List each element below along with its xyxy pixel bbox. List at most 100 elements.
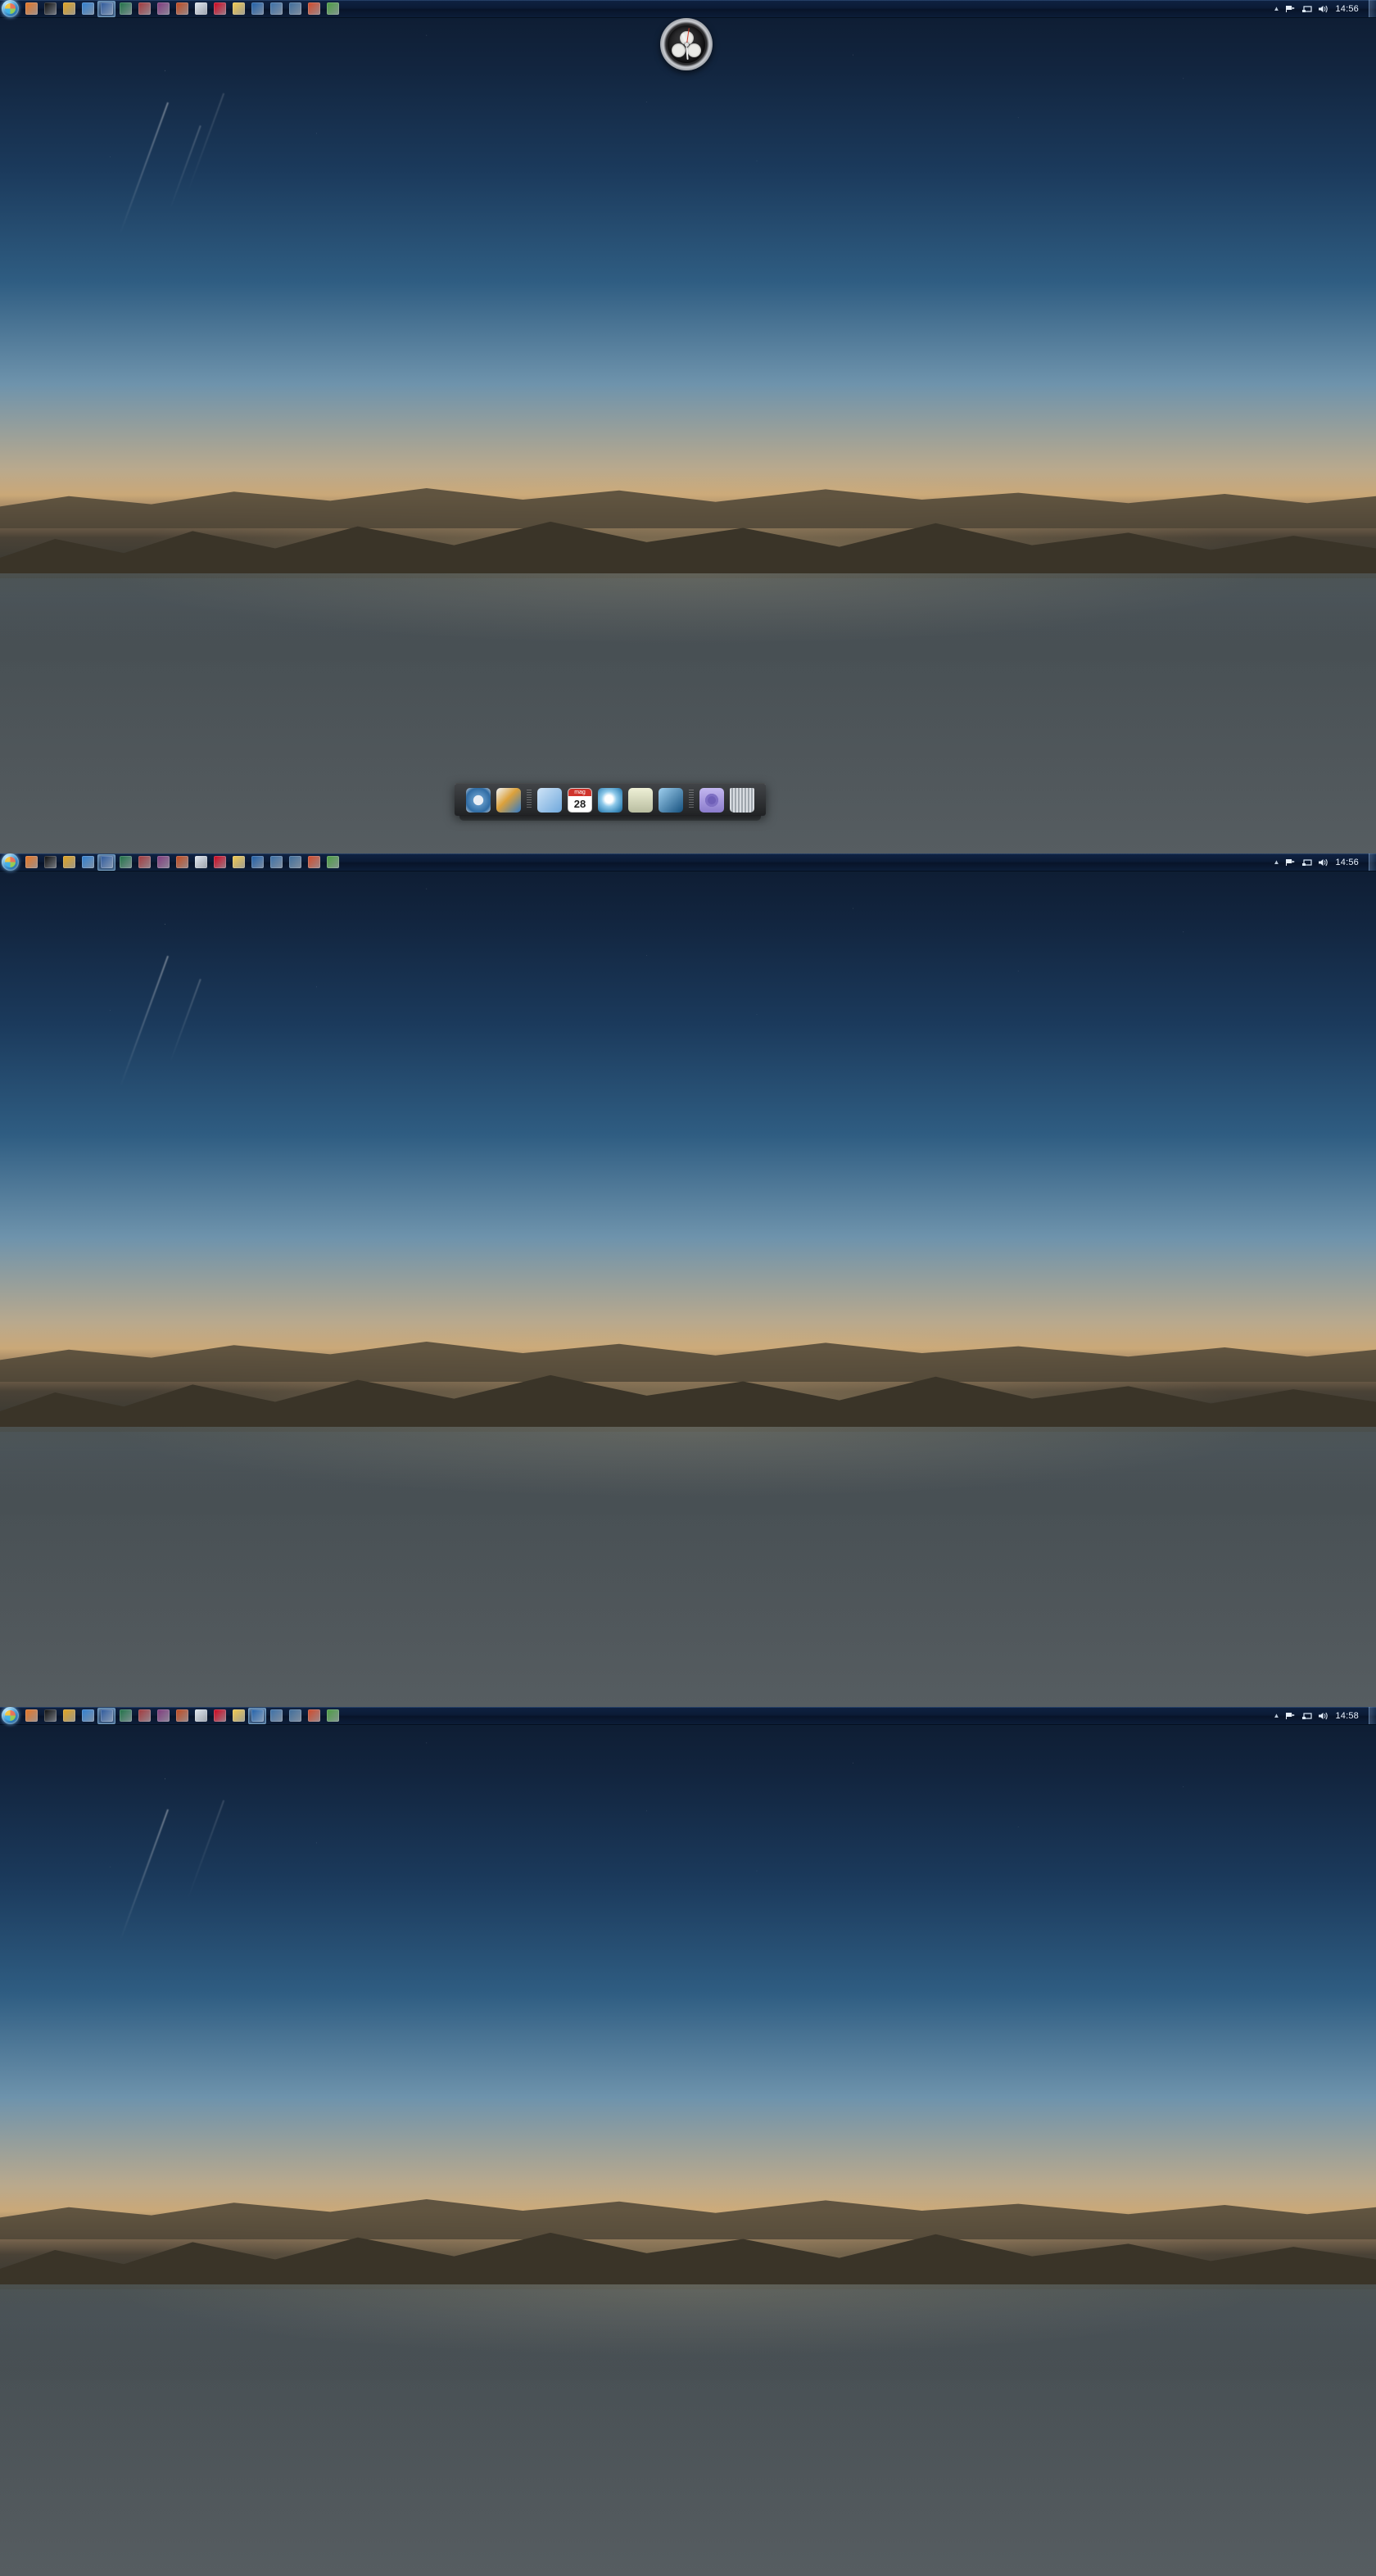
network-icon[interactable]	[1301, 4, 1313, 14]
taskbar-button-photo-viewer-icon[interactable]	[286, 854, 304, 871]
dock-address-book[interactable]	[659, 788, 683, 813]
taskbar-button-publisher-icon[interactable]	[173, 1, 191, 17]
taskbar-button-publisher-icon[interactable]	[173, 1708, 191, 1724]
taskbar-clock[interactable]: 14:56	[1335, 4, 1359, 14]
taskbar-button-access-icon[interactable]	[135, 1708, 153, 1724]
taskbar-button-photo-viewer-icon[interactable]	[286, 1, 304, 17]
taskbar-button-excel-icon[interactable]	[116, 854, 134, 871]
taskbar-button-word-icon[interactable]	[97, 853, 115, 871]
dock-calendar[interactable]: mag 28	[568, 788, 592, 813]
taskbar-button-firefox-icon[interactable]	[22, 1708, 40, 1724]
notes-icon	[232, 856, 245, 868]
taskbar-button-firefox-icon[interactable]	[22, 1, 40, 17]
taskbar-clock[interactable]: 14:56	[1335, 858, 1359, 867]
photo-viewer-icon	[288, 2, 301, 15]
taskbar-button-photo-viewer-icon[interactable]	[286, 1708, 304, 1724]
access-icon	[138, 2, 151, 15]
taskbar-button-notepad-icon[interactable]	[192, 1, 210, 17]
taskbar-button-notepad-icon[interactable]	[192, 1708, 210, 1724]
dock-appstore[interactable]	[496, 788, 521, 813]
dock-itunes[interactable]	[598, 788, 622, 813]
taskbar-button-publisher-icon[interactable]	[173, 854, 191, 871]
taskbar-button-command-prompt-icon[interactable]	[41, 1708, 59, 1724]
taskbar-button-acrobat-reader-icon[interactable]	[210, 1, 229, 17]
dock-calculator[interactable]	[628, 788, 653, 813]
dock-finder[interactable]	[537, 788, 562, 813]
taskbar-button-picture-manager-icon[interactable]	[324, 854, 342, 871]
chevron-up-icon[interactable]: ▲	[1274, 1712, 1280, 1719]
taskbar-button-opera-icon[interactable]	[248, 1, 266, 17]
taskbar-button-picture-manager-icon[interactable]	[324, 1, 342, 17]
flag-icon[interactable]	[1285, 4, 1296, 14]
taskbar-button-excel-icon[interactable]	[116, 1, 134, 17]
taskbar-button-onenote-icon[interactable]	[154, 854, 172, 871]
quick-launch-bar[interactable]	[22, 0, 342, 17]
dock-panel-1[interactable]: mag 28	[455, 783, 766, 821]
taskbar-button-powerpoint-icon[interactable]	[305, 1708, 323, 1724]
taskbar-button-media-player-icon[interactable]	[60, 854, 78, 871]
system-tray[interactable]: ▲ 14:58	[1274, 1711, 1364, 1721]
taskbar-button-media-player-icon[interactable]	[60, 1708, 78, 1724]
show-desktop-button[interactable]	[1369, 1707, 1376, 1724]
taskbar-button-command-prompt-icon[interactable]	[41, 854, 59, 871]
taskbar-button-firefox-icon[interactable]	[22, 854, 40, 871]
start-orb-button[interactable]	[2, 0, 19, 17]
volume-icon[interactable]	[1318, 1711, 1329, 1721]
taskbar-button-access-icon[interactable]	[135, 854, 153, 871]
show-desktop-button[interactable]	[1369, 853, 1376, 871]
taskbar-button-notes-icon[interactable]	[229, 1708, 247, 1724]
taskbar-button-onenote-icon[interactable]	[154, 1708, 172, 1724]
chevron-up-icon[interactable]: ▲	[1274, 5, 1280, 12]
dock-safari[interactable]	[466, 788, 491, 813]
start-orb-button[interactable]	[2, 1707, 19, 1724]
taskbar-button-paint-icon[interactable]	[79, 854, 97, 871]
taskbar-button-powerpoint-icon[interactable]	[305, 854, 323, 871]
chronograph-clock-gadget[interactable]	[660, 18, 713, 70]
taskbar-panel-3[interactable]: ▲ 14:58	[0, 1707, 1376, 1725]
flag-icon[interactable]	[1285, 858, 1296, 867]
taskbar-button-picture-manager-icon[interactable]	[324, 1708, 342, 1724]
network-icon[interactable]	[1301, 1711, 1313, 1721]
taskbar-button-opera-icon[interactable]	[248, 854, 266, 871]
taskbar-button-word-icon[interactable]	[97, 0, 115, 17]
taskbar-button-safari-icon[interactable]	[267, 854, 285, 871]
taskbar-button-acrobat-reader-icon[interactable]	[210, 1708, 229, 1724]
taskbar-button-notepad-icon[interactable]	[192, 854, 210, 871]
taskbar-button-notes-icon[interactable]	[229, 854, 247, 871]
start-orb-button[interactable]	[2, 853, 19, 871]
taskbar-button-powerpoint-icon[interactable]	[305, 1, 323, 17]
quick-launch-bar[interactable]	[22, 1707, 342, 1724]
show-desktop-button[interactable]	[1369, 0, 1376, 17]
calendar-month: mag	[568, 789, 591, 796]
taskbar-button-media-player-icon[interactable]	[60, 1, 78, 17]
taskbar-button-paint-icon[interactable]	[79, 1708, 97, 1724]
taskbar-button-safari-icon[interactable]	[267, 1, 285, 17]
taskbar-panel-1[interactable]: ▲ 14:56	[0, 0, 1376, 18]
lake-reflection	[0, 1427, 1376, 1707]
chevron-up-icon[interactable]: ▲	[1274, 858, 1280, 866]
taskbar-button-acrobat-reader-icon[interactable]	[210, 854, 229, 871]
taskbar-button-paint-icon[interactable]	[79, 1, 97, 17]
dock-trash[interactable]	[730, 788, 754, 813]
taskbar-button-safari-icon[interactable]	[267, 1708, 285, 1724]
dock-settings-folder[interactable]	[699, 788, 724, 813]
notepad-icon	[194, 2, 207, 15]
volume-icon[interactable]	[1318, 858, 1329, 867]
quick-launch-bar[interactable]	[22, 853, 342, 871]
taskbar-button-word-icon[interactable]	[97, 1707, 115, 1724]
taskbar-panel-2[interactable]: ▲ 14:56	[0, 853, 1376, 871]
taskbar-clock[interactable]: 14:58	[1335, 1711, 1359, 1721]
taskbar-button-onenote-icon[interactable]	[154, 1, 172, 17]
photo-viewer-icon	[288, 1709, 301, 1722]
taskbar-button-command-prompt-icon[interactable]	[41, 1, 59, 17]
flag-icon[interactable]	[1285, 1711, 1296, 1721]
system-tray[interactable]: ▲ 14:56	[1274, 4, 1364, 14]
word-icon	[100, 2, 113, 15]
taskbar-button-notes-icon[interactable]	[229, 1, 247, 17]
system-tray[interactable]: ▲ 14:56	[1274, 858, 1364, 867]
volume-icon[interactable]	[1318, 4, 1329, 14]
taskbar-button-opera-icon[interactable]	[248, 1707, 266, 1724]
taskbar-button-access-icon[interactable]	[135, 1, 153, 17]
network-icon[interactable]	[1301, 858, 1313, 867]
taskbar-button-excel-icon[interactable]	[116, 1708, 134, 1724]
